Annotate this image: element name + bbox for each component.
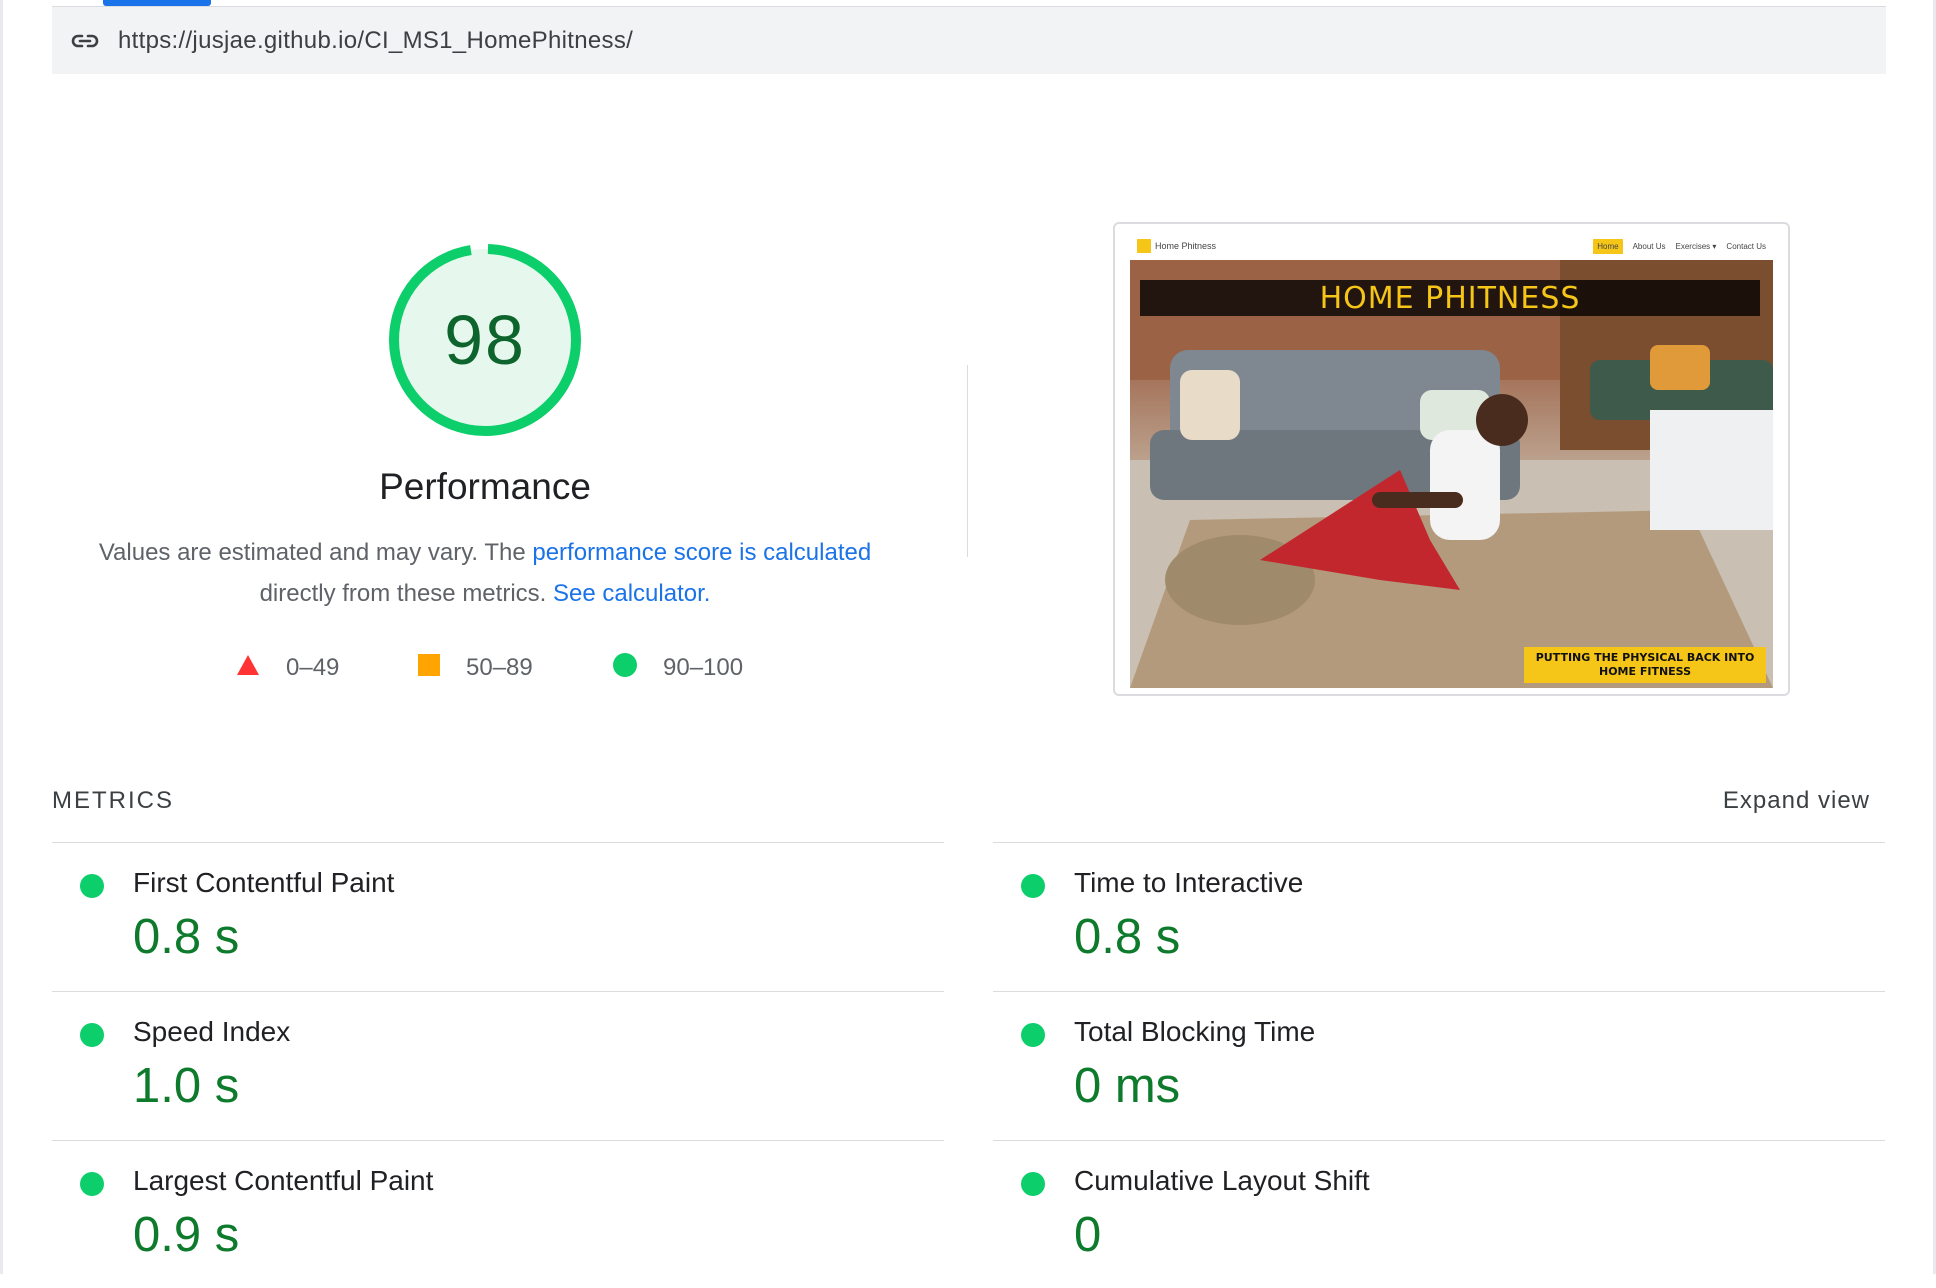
screenshot-navbar: Home Phitness Home About Us Exercises ▾ … [1137,236,1766,256]
metric-largest-contentful-paint: Largest Contentful Paint 0.9 s [52,1140,944,1288]
page-url-link[interactable]: https://jusjae.github.io/CI_MS1_HomePhit… [118,27,633,55]
screenshot-brand: Home Phitness [1155,241,1217,251]
metric-cumulative-layout-shift: Cumulative Layout Shift 0 [993,1140,1885,1288]
metric-value: 0.8 s [133,910,240,964]
pass-circle-icon [1021,1023,1045,1047]
legend-average-label: 50–89 [466,654,533,681]
metric-value: 1.0 s [133,1059,240,1113]
screenshot-hero-image: HOME PHITNESS PUTTING THE PHYSICAL BACK … [1130,260,1773,688]
vertical-divider [967,365,968,557]
metric-total-blocking-time: Total Blocking Time 0 ms [993,991,1885,1139]
hero-photo-illustration [1130,260,1773,688]
screenshot-tagline: PUTTING THE PHYSICAL BACK INTO HOME FITN… [1524,647,1766,683]
legend-fail-label: 0–49 [286,654,340,681]
legend-pass: 90–100 [613,652,743,684]
metric-value: 0.9 s [133,1208,240,1262]
pass-circle-icon [80,1172,104,1196]
metric-title: Time to Interactive [1074,867,1304,898]
pass-circle-icon [1021,874,1045,898]
metric-time-to-interactive: Time to Interactive 0.8 s [993,842,1885,990]
green-circle-icon [613,652,637,684]
metric-value: 0 [1074,1208,1102,1262]
metric-value: 0.8 s [1074,910,1181,964]
see-calculator-link[interactable]: See calculator. [553,580,710,607]
metric-title: Largest Contentful Paint [133,1165,434,1196]
metrics-heading: METRICS [52,787,174,814]
site-logo-icon [1137,239,1151,253]
metric-speed-index: Speed Index 1.0 s [52,991,944,1139]
description-middle: directly from these metrics. [259,580,553,607]
metric-title: First Contentful Paint [133,867,395,898]
url-bar: https://jusjae.github.io/CI_MS1_HomePhit… [52,7,1886,74]
score-description: Values are estimated and may vary. The p… [60,532,910,614]
screenshot-nav-home: Home [1593,238,1623,254]
performance-score: 98 [444,301,526,379]
screenshot-hero-title: HOME PHITNESS [1140,280,1760,316]
metric-value: 0 ms [1074,1059,1181,1113]
legend-pass-label: 90–100 [663,654,744,681]
metric-first-contentful-paint: First Contentful Paint 0.8 s [52,842,944,990]
final-screenshot: Home Phitness Home About Us Exercises ▾ … [1113,222,1790,696]
gauge-label: Performance [379,466,591,507]
legend-average: 50–89 [418,652,533,684]
pass-circle-icon [80,1023,104,1047]
score-calculated-link[interactable]: performance score is calculated [532,539,871,566]
metric-title: Speed Index [133,1016,291,1047]
description-prefix: Values are estimated and may vary. The [98,539,533,566]
left-border [0,0,3,1274]
metric-title: Total Blocking Time [1074,1016,1316,1047]
screenshot-nav-contact: Contact Us [1726,241,1766,251]
pass-circle-icon [80,874,104,898]
metric-title: Cumulative Layout Shift [1074,1165,1370,1196]
legend-fail: 0–49 [236,652,339,684]
screenshot-nav-about: About Us [1632,241,1666,251]
link-icon [70,26,100,56]
orange-square-icon [418,653,440,683]
screenshot-nav-exercises: Exercises ▾ [1675,241,1717,251]
performance-gauge: 98 [385,240,585,440]
pass-circle-icon [1021,1172,1045,1196]
expand-view-toggle[interactable]: Expand view [1723,787,1870,815]
red-triangle-icon [236,654,260,683]
